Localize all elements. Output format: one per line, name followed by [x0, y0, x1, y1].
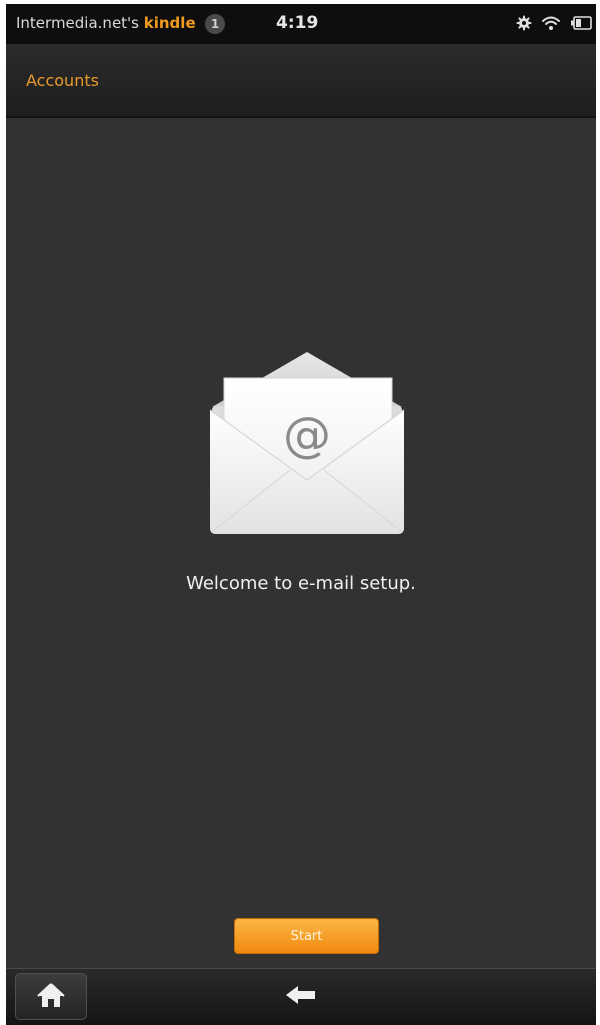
battery-icon [570, 16, 592, 30]
title-bar: Accounts [6, 44, 596, 118]
envelope-at-icon: @ [204, 352, 410, 536]
start-button[interactable]: Start [234, 918, 379, 954]
back-button[interactable] [278, 977, 324, 1017]
home-button[interactable] [15, 973, 87, 1020]
kindle-screen: Intermedia.net's kindle 1 4:19 Accounts … [6, 4, 596, 1025]
status-bar: Intermedia.net's kindle 1 4:19 [6, 4, 596, 44]
wifi-icon [541, 15, 561, 31]
owner-prefix: Intermedia.net's [16, 14, 144, 32]
device-owner-label: Intermedia.net's kindle [16, 14, 196, 32]
settings-gear-icon[interactable] [516, 15, 532, 31]
back-arrow-icon [285, 985, 317, 1009]
at-symbol: @ [283, 407, 331, 463]
device-name: kindle [143, 14, 196, 32]
status-icons [516, 12, 592, 34]
notification-badge[interactable]: 1 [205, 14, 225, 34]
page-title: Accounts [26, 71, 99, 90]
status-time: 4:19 [276, 13, 319, 33]
welcome-message: Welcome to e-mail setup. [186, 573, 416, 594]
bottom-nav-bar [6, 968, 596, 1025]
home-icon [36, 982, 66, 1012]
